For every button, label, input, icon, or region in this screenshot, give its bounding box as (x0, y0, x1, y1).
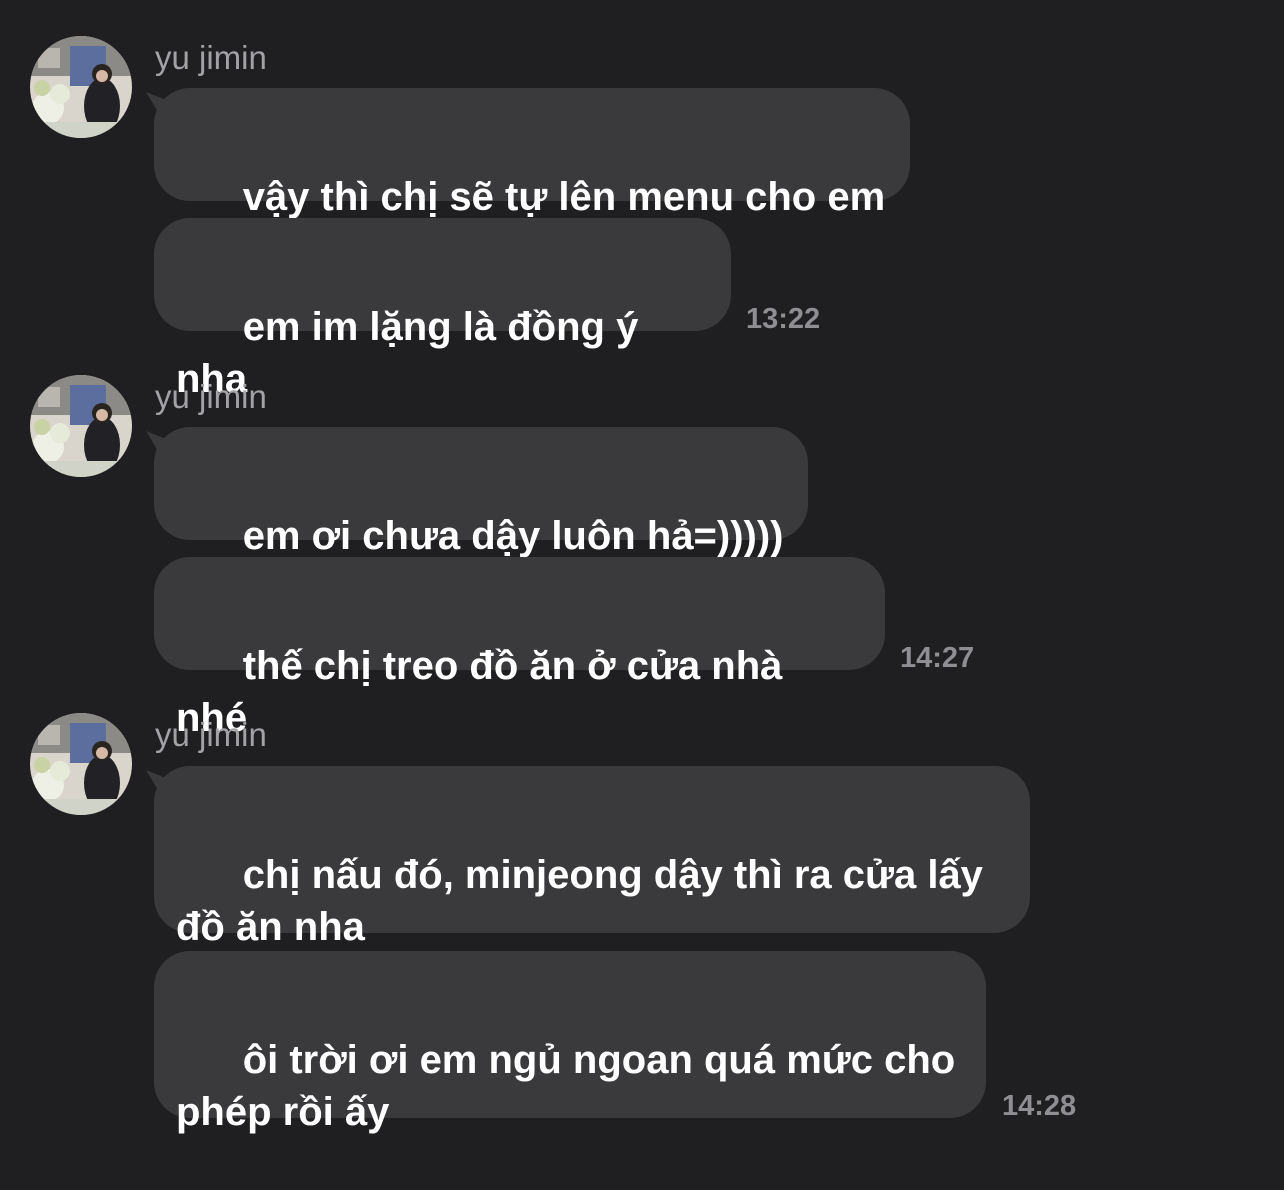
avatar-photo-icon (30, 375, 132, 477)
message-timestamp: 14:27 (900, 642, 975, 674)
message-bubble[interactable]: chị nấu đó, minjeong dậy thì ra cửa lấy … (154, 766, 1030, 949)
message-text: thế chị treo đồ ăn ở cửa nhà nhé (176, 644, 794, 740)
avatar[interactable] (30, 375, 132, 477)
message-bubble[interactable]: vậy thì chị sẽ tự lên menu cho em (154, 88, 910, 219)
avatar[interactable] (30, 36, 132, 138)
avatar-photo-icon (30, 36, 132, 138)
message-bubble[interactable]: em im lặng là đồng ý nha (154, 218, 731, 401)
message-bubble[interactable]: thế chị treo đồ ăn ở cửa nhà nhé (154, 557, 885, 740)
message-text: chị nấu đó, minjeong dậy thì ra cửa lấy … (176, 853, 995, 949)
message-timestamp: 13:22 (746, 303, 821, 335)
message-bubble[interactable]: em ơi chưa dậy luôn hả=))))) (154, 427, 808, 558)
message-bubble[interactable]: ôi trời ơi em ngủ ngoan quá mức cho phép… (154, 951, 986, 1134)
avatar[interactable] (30, 713, 132, 815)
message-text: ôi trời ơi em ngủ ngoan quá mức cho phép… (176, 1038, 967, 1134)
message-text: em ơi chưa dậy luôn hả=))))) (242, 514, 784, 558)
message-text: vậy thì chị sẽ tự lên menu cho em (242, 175, 886, 219)
sender-name: yu jimin (155, 39, 267, 76)
sender-name: yu jimin (155, 716, 267, 753)
avatar-photo-icon (30, 713, 132, 815)
message-timestamp: 14:28 (1002, 1090, 1077, 1122)
sender-name: yu jimin (155, 378, 267, 415)
chat-thread: yu jimin vậy thì chị sẽ tự lên menu cho … (0, 0, 1284, 1145)
